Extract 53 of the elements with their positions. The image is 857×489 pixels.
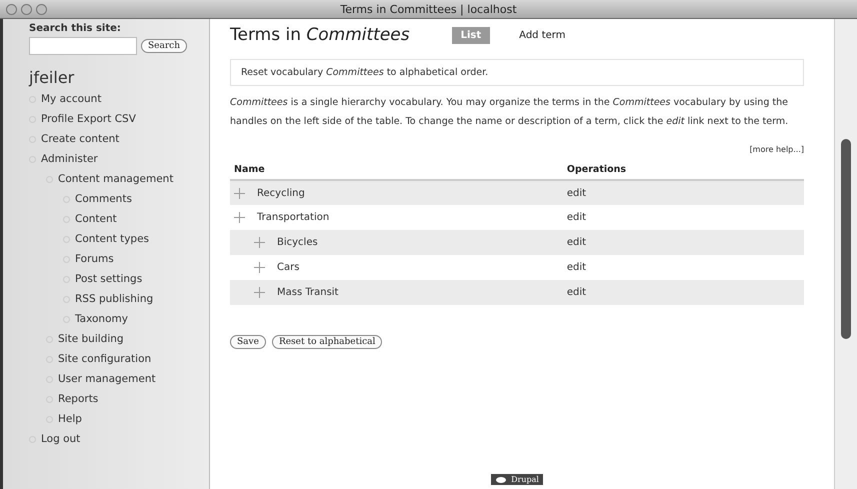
user-name: jfeiler <box>29 68 76 87</box>
tab[interactable]: Add term <box>510 26 574 44</box>
scrollbar[interactable] <box>834 19 857 489</box>
form-button[interactable]: Save <box>230 335 266 349</box>
footer-badge[interactable]: Drupal <box>491 474 543 485</box>
menu-link[interactable]: Content management <box>58 173 174 185</box>
edit-link[interactable]: edit <box>566 212 586 223</box>
menu-link[interactable]: Create content <box>41 133 120 145</box>
menu-link[interactable]: Content types <box>75 233 150 245</box>
menu-link[interactable]: My account <box>41 93 102 105</box>
menu-link[interactable]: User management <box>58 373 156 385</box>
page-title: Terms in Committees <box>230 25 410 45</box>
term-name: Mass Transit <box>277 287 338 298</box>
more-help-link[interactable]: [more help...] <box>750 145 804 154</box>
menu-link[interactable]: Reports <box>58 393 98 405</box>
drag-handle-icon[interactable] <box>234 212 245 223</box>
scrollbar-thumb[interactable] <box>841 139 851 339</box>
edit-link[interactable]: edit <box>566 188 586 198</box>
menu-link[interactable]: Post settings <box>75 273 142 285</box>
menu-link[interactable]: Comments <box>75 193 132 205</box>
menu-link[interactable]: Forums <box>75 253 114 265</box>
menu-link[interactable]: Help <box>58 413 82 425</box>
edit-link[interactable]: edit <box>566 237 586 248</box>
drop-logo-icon <box>495 476 508 484</box>
drag-handle-icon[interactable] <box>254 287 265 298</box>
menu-link[interactable]: Administer <box>41 153 98 165</box>
drag-handle-icon[interactable] <box>234 188 245 198</box>
search-field[interactable] <box>29 37 137 55</box>
term-name: Bicycles <box>277 237 318 248</box>
form-button[interactable]: Reset to alphabetical <box>272 335 382 349</box>
menu-link[interactable]: Site building <box>58 333 124 345</box>
edit-link[interactable]: edit <box>566 287 586 298</box>
window-control-icon[interactable] <box>36 4 47 15</box>
term-name: Recycling <box>257 188 305 198</box>
window-control-icon[interactable] <box>21 4 32 15</box>
term-name: Transportation <box>257 212 330 223</box>
drag-handle-icon[interactable] <box>254 237 265 248</box>
search-label: Search this site: <box>29 23 122 34</box>
badge-label: Drupal <box>511 475 539 484</box>
window-title: Terms in Committees | localhost <box>340 2 517 16</box>
notice-message: Reset vocabulary Committees to alphabetical order. <box>230 59 804 86</box>
edit-link[interactable]: edit <box>566 262 586 273</box>
term-name: Cars <box>277 262 300 273</box>
menu-link[interactable]: RSS publishing <box>75 293 154 305</box>
window-control-icon[interactable] <box>6 4 17 15</box>
menu-link[interactable]: Taxonomy <box>75 313 128 325</box>
menu-link[interactable]: Site configuration <box>58 353 152 365</box>
menu-link[interactable]: Content <box>75 213 117 225</box>
help-text: Committees is a single hierarchy vocabulary. You may organize the terms in the Committees vocabulary by using the handles on the left side of the table. To change the name or description of a term, click the edit link next to the term. <box>230 96 790 129</box>
drag-handle-icon[interactable] <box>254 262 265 273</box>
search-button[interactable]: Search <box>141 39 187 53</box>
menu-link[interactable]: Profile Export CSV <box>41 113 136 125</box>
menu-link[interactable]: Log out <box>41 433 80 445</box>
